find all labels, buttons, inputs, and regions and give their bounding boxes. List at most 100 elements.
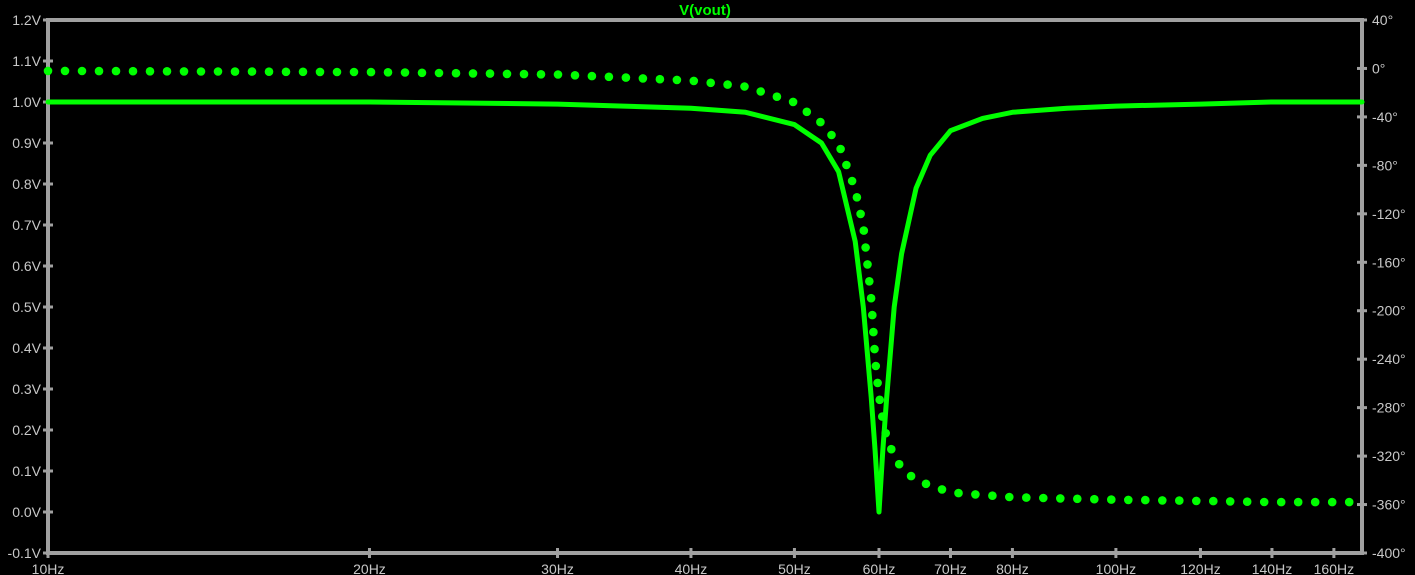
right-tick-label: 0° <box>1372 60 1385 76</box>
phase-point <box>894 459 904 469</box>
phase-point <box>111 66 121 76</box>
bottom-tick-label: 60Hz <box>863 561 896 575</box>
bottom-tick-label: 160Hz <box>1314 561 1354 575</box>
phase-point <box>638 74 648 83</box>
phase-point <box>570 71 580 80</box>
right-tick-label: -240° <box>1372 351 1406 367</box>
bottom-tick-label: 10Hz <box>32 561 65 575</box>
left-tick-label: 0.9V <box>12 135 41 151</box>
phase-point <box>788 97 798 107</box>
left-tick-label: 1.2V <box>12 12 41 28</box>
phase-point <box>802 107 812 117</box>
phase-point <box>1090 494 1099 504</box>
phase-point <box>519 69 529 79</box>
phase-point <box>315 67 325 77</box>
phase-point <box>162 67 172 76</box>
phase-point <box>870 344 879 354</box>
left-tick-label: 0.0V <box>12 504 41 520</box>
bode-plot: V(vout) -0.1V 0.0V 0.1V 0.2V 0.3V 0.4V 0.5V 0.6… <box>0 0 1415 575</box>
phase-point <box>400 68 410 77</box>
phase-point <box>502 69 512 79</box>
right-tick-label: -120° <box>1372 206 1406 222</box>
phase-point <box>1141 495 1150 505</box>
phase-point <box>366 67 376 77</box>
phase-point <box>906 471 916 481</box>
phase-point <box>672 75 682 85</box>
phase-point <box>1056 494 1065 503</box>
phase-point <box>179 67 189 76</box>
phase-point <box>383 68 393 77</box>
phase-point <box>417 68 427 78</box>
right-tick-label: -320° <box>1372 448 1406 464</box>
bottom-tick-label: 80Hz <box>996 561 1029 575</box>
phase-point <box>756 87 765 96</box>
bottom-tick-label: 70Hz <box>934 561 967 575</box>
phase-point <box>145 67 155 76</box>
left-tick-label: 0.5V <box>12 299 41 315</box>
phase-point <box>816 117 825 127</box>
bottom-tick-label: 120Hz <box>1180 561 1220 575</box>
bottom-tick-label: 20Hz <box>353 561 386 575</box>
phase-point <box>349 67 359 77</box>
right-tick-label: -200° <box>1372 303 1406 319</box>
bottom-tick-label: 30Hz <box>541 561 574 575</box>
phase-point <box>298 67 308 77</box>
phase-point <box>1242 497 1252 507</box>
bottom-tick-label: 50Hz <box>778 561 811 575</box>
phase-point <box>878 412 887 421</box>
phase-point <box>468 69 478 78</box>
phase-point <box>1293 497 1303 507</box>
phase-point <box>861 243 870 252</box>
phase-point <box>1005 492 1014 502</box>
phase-point <box>1344 497 1354 507</box>
right-tick-label: 40° <box>1372 12 1393 28</box>
phase-point <box>971 490 980 499</box>
phase-point <box>842 160 851 170</box>
phase-point <box>1158 496 1167 505</box>
phase-point <box>866 293 876 303</box>
phase-point <box>1073 494 1082 504</box>
phase-point <box>655 74 665 84</box>
phase-point <box>1259 497 1269 507</box>
chart-title[interactable]: V(vout) <box>679 2 731 19</box>
phase-point <box>827 130 836 140</box>
phase-point <box>213 67 223 76</box>
phase-point <box>1107 495 1116 504</box>
right-tick-label: -160° <box>1372 254 1406 270</box>
phase-point <box>60 66 70 76</box>
phase-point <box>740 82 749 91</box>
phase-point <box>281 67 291 77</box>
phase-point <box>1022 493 1031 502</box>
phase-point <box>1310 497 1320 507</box>
bottom-tick-label: 40Hz <box>675 561 708 575</box>
phase-point <box>881 428 890 438</box>
phase-point <box>921 479 931 489</box>
right-tick-label: -40° <box>1372 109 1398 125</box>
phase-point <box>887 444 896 454</box>
phase-point <box>621 73 631 82</box>
phase-point <box>856 209 865 219</box>
left-tick-label: -0.1V <box>8 545 42 561</box>
right-tick-label: -80° <box>1372 157 1398 173</box>
bottom-tick-label: 140Hz <box>1252 561 1292 575</box>
phase-point <box>1192 496 1201 506</box>
left-tick-label: 0.3V <box>12 381 41 397</box>
phase-point <box>1124 495 1133 505</box>
left-tick-label: 1.0V <box>12 94 41 110</box>
phase-point <box>451 68 461 78</box>
phase-point <box>706 78 715 88</box>
phase-point <box>94 66 104 76</box>
phase-point <box>859 226 869 235</box>
phase-point <box>954 488 963 498</box>
phase-point <box>587 71 597 81</box>
phase-point <box>772 92 782 101</box>
phase-point <box>871 361 881 371</box>
phase-point <box>553 70 563 79</box>
phase-point <box>485 69 495 78</box>
phase-point <box>863 260 872 269</box>
phase-point <box>873 378 882 388</box>
plot-background <box>0 0 1415 575</box>
phase-point <box>1175 496 1184 505</box>
left-tick-label: 0.2V <box>12 422 41 438</box>
phase-point <box>434 68 444 78</box>
